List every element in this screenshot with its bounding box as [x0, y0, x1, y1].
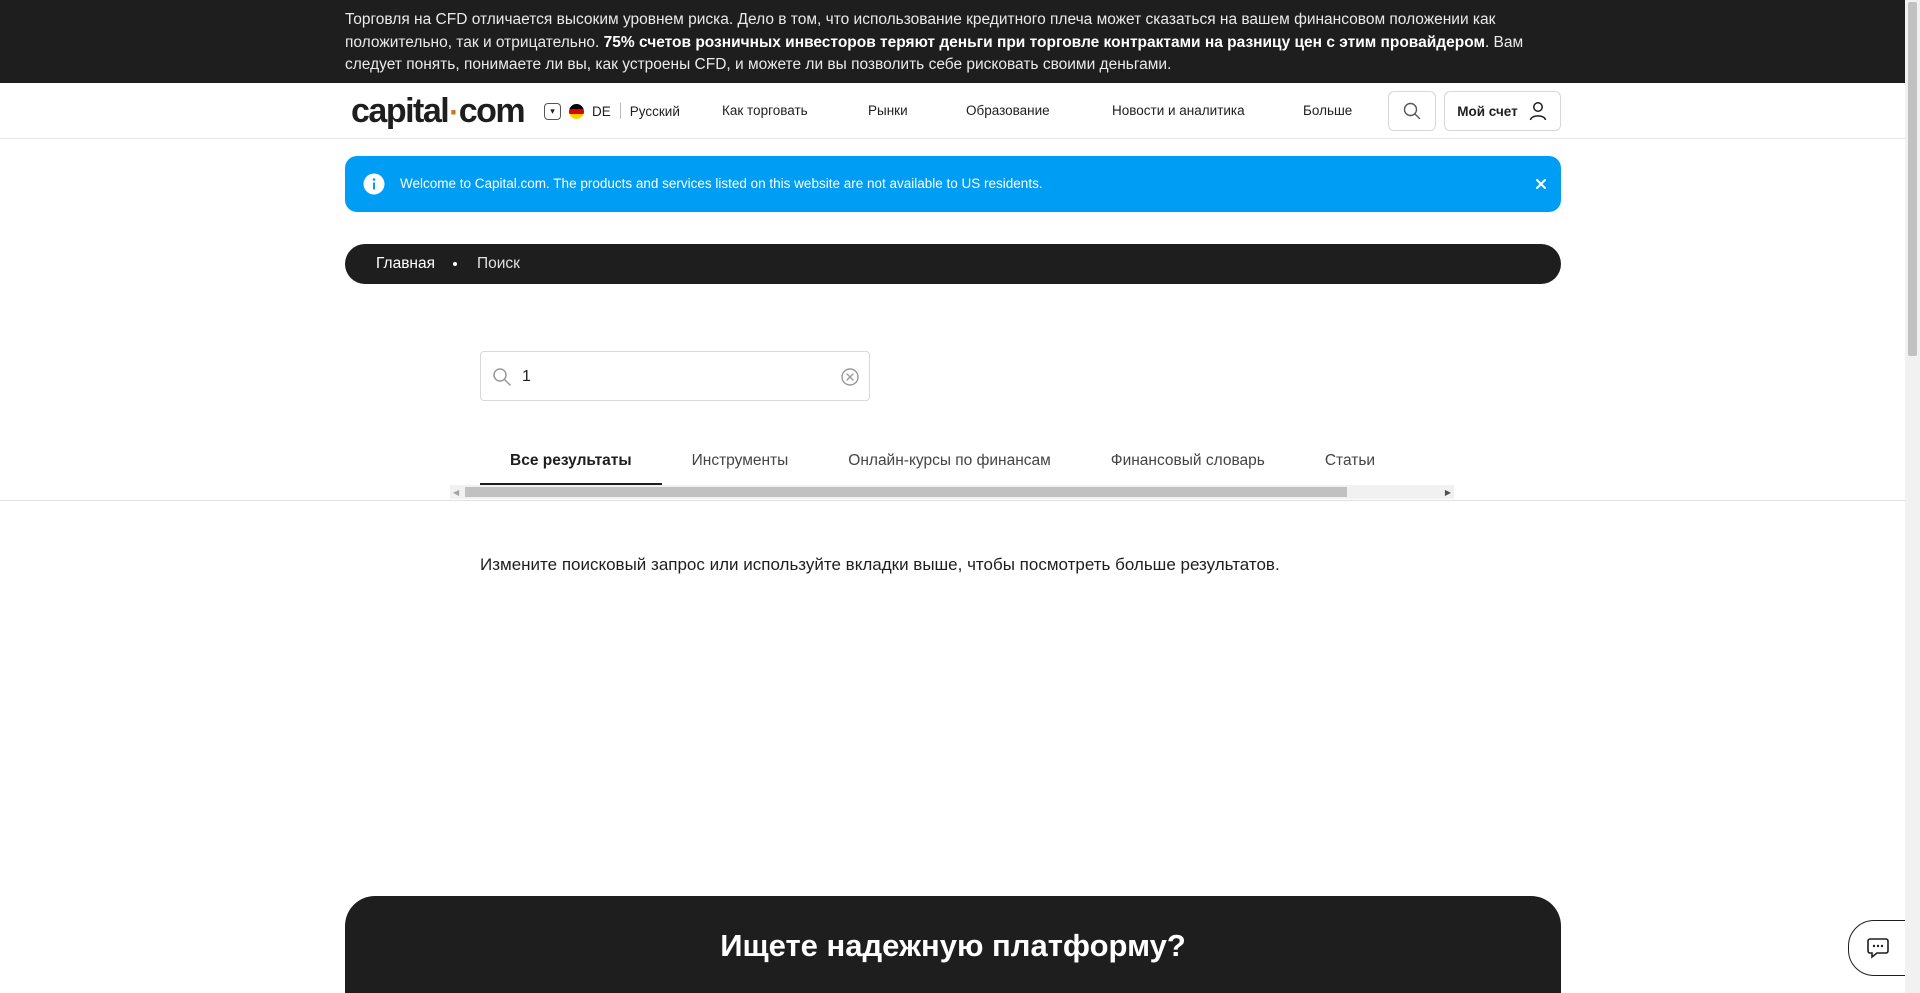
risk-text-bold: 75% счетов розничных инвесторов теряют д… — [603, 33, 1485, 51]
search-icon — [493, 368, 511, 386]
logo-dot: · — [449, 96, 459, 129]
divider — [619, 103, 621, 119]
language-label: Русский — [629, 103, 680, 119]
clear-search-icon[interactable] — [841, 368, 859, 386]
scrollbar-thumb[interactable] — [1908, 2, 1917, 356]
risk-warning-banner: Торговля на CFD отличается высоким уровн… — [0, 0, 1905, 83]
tab-glossary[interactable]: Финансовый словарь — [1081, 438, 1295, 485]
my-account-button[interactable]: Мой счет — [1444, 91, 1561, 131]
nav-news-analytics[interactable]: Новости и аналитика — [1112, 103, 1245, 118]
chevron-down-icon[interactable]: ▾ — [544, 102, 561, 120]
close-icon[interactable] — [1530, 173, 1552, 195]
site-header: capital·com ▾ DE Русский Как торговать Р… — [0, 83, 1905, 139]
nav-markets[interactable]: Рынки — [868, 103, 908, 118]
logo[interactable]: capital·com — [351, 92, 526, 131]
scroll-left-arrow-icon[interactable]: ◀ — [453, 488, 459, 497]
chat-icon — [1867, 938, 1889, 959]
promo-title: Ищете надежную платформу? — [720, 928, 1186, 963]
breadcrumb-separator — [453, 262, 457, 266]
search-result-tabs: Все результаты Инструменты Онлайн-курсы … — [480, 438, 1405, 485]
tabs-horizontal-scrollbar[interactable]: ◀ ▶ — [450, 485, 1454, 499]
tab-all-results[interactable]: Все результаты — [480, 438, 662, 485]
search-input[interactable] — [522, 364, 822, 390]
my-account-label: Мой счет — [1457, 103, 1518, 119]
logo-text-right: com — [458, 92, 526, 130]
scrollbar-thumb[interactable] — [465, 487, 1347, 497]
breadcrumb: Главная Поиск — [345, 244, 1561, 284]
nav-more[interactable]: Больше — [1303, 103, 1352, 118]
search-icon — [1403, 102, 1421, 120]
germany-flag-icon — [569, 103, 584, 119]
region-label: DE — [592, 103, 611, 119]
page-scrollbar[interactable] — [1905, 0, 1920, 993]
scroll-right-arrow-icon[interactable]: ▶ — [1445, 488, 1451, 497]
language-selector[interactable]: ▾ DE Русский — [544, 100, 680, 122]
nav-education[interactable]: Образование — [966, 103, 1050, 118]
breadcrumb-home[interactable]: Главная — [376, 255, 435, 273]
welcome-message: Welcome to Capital.com. The products and… — [400, 176, 1043, 191]
search-hint: Измените поисковый запрос или используйт… — [480, 555, 1280, 574]
breadcrumb-current: Поиск — [477, 255, 520, 272]
logo-text-left: capital — [351, 92, 450, 130]
promo-section: Ищете надежную платформу? — [345, 896, 1561, 993]
tab-instruments[interactable]: Инструменты — [662, 438, 819, 485]
risk-warning-text: Торговля на CFD отличается высоким уровн… — [345, 9, 1545, 77]
nav-how-to-trade[interactable]: Как торговать — [722, 103, 808, 118]
info-icon — [363, 173, 385, 195]
tab-online-courses[interactable]: Онлайн-курсы по финансам — [818, 438, 1081, 485]
user-icon — [1529, 102, 1546, 121]
header-search-button[interactable] — [1388, 91, 1436, 131]
divider — [0, 500, 1905, 501]
welcome-notice: Welcome to Capital.com. The products and… — [345, 156, 1561, 212]
search-field[interactable] — [480, 351, 870, 401]
tab-articles[interactable]: Статьи — [1295, 438, 1405, 485]
